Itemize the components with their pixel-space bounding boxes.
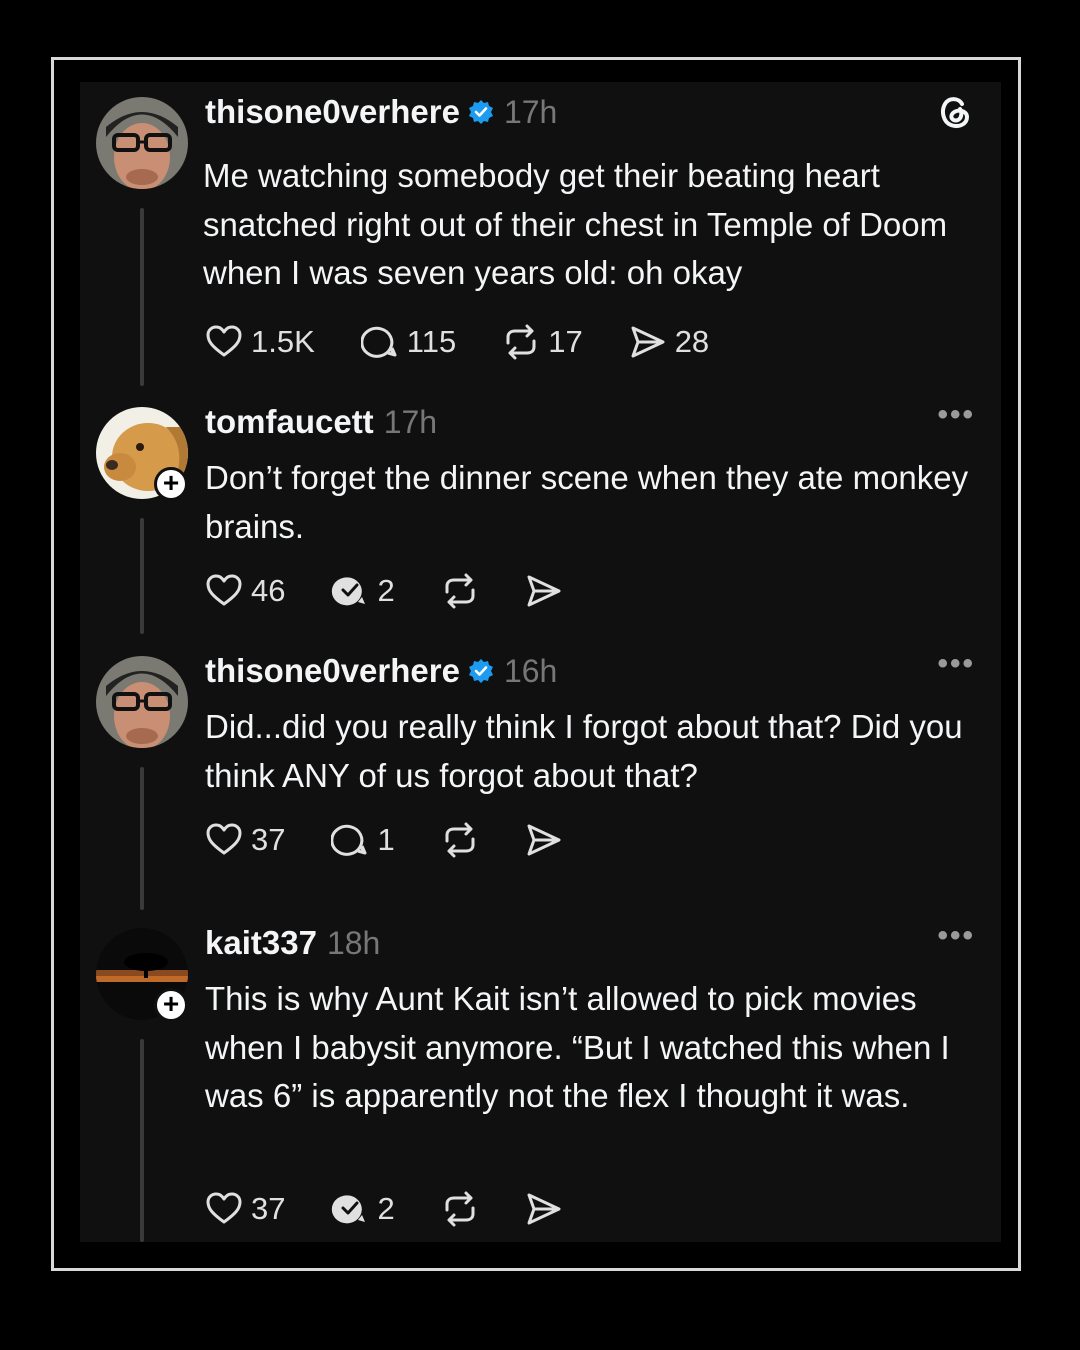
thread-card: thisone0verhere 17h Me watching somebody… bbox=[80, 82, 1001, 1242]
like-button[interactable]: 46 bbox=[205, 572, 285, 610]
action-bar: 1.5K 115 17 28 bbox=[205, 322, 755, 362]
send-icon bbox=[631, 326, 665, 358]
replied-comment-icon bbox=[332, 577, 366, 606]
timestamp: 18h bbox=[326, 924, 381, 961]
like-count: 37 bbox=[251, 1191, 286, 1226]
reply-button[interactable]: 115 bbox=[360, 323, 457, 361]
like-count: 1.5K bbox=[251, 324, 315, 359]
post-text: Don’t forget the dinner scene when they … bbox=[205, 459, 969, 545]
post-header: kait337 18h bbox=[205, 923, 380, 963]
heart-icon bbox=[206, 325, 242, 357]
heart-icon bbox=[206, 574, 242, 606]
avatar[interactable] bbox=[96, 656, 188, 748]
like-button[interactable]: 1.5K bbox=[205, 323, 315, 361]
repost-button[interactable] bbox=[441, 821, 479, 859]
comment-icon bbox=[331, 824, 367, 856]
thread-line bbox=[140, 518, 144, 634]
thread-line bbox=[140, 208, 144, 386]
follow-button[interactable]: + bbox=[154, 988, 188, 1022]
share-button[interactable] bbox=[525, 572, 563, 610]
more-options-icon[interactable]: ••• bbox=[937, 398, 975, 432]
repost-count: 17 bbox=[548, 324, 583, 359]
like-count: 46 bbox=[251, 573, 286, 608]
repost-button[interactable] bbox=[441, 1190, 479, 1228]
username[interactable]: thisone0verhere bbox=[205, 652, 460, 690]
action-bar: 46 2 bbox=[205, 571, 609, 611]
reply-button[interactable]: 1 bbox=[331, 821, 395, 859]
send-icon bbox=[527, 824, 561, 856]
comment-icon bbox=[360, 326, 397, 358]
threads-logo-icon[interactable] bbox=[935, 92, 975, 132]
reply-count: 115 bbox=[406, 324, 457, 359]
action-bar: 37 1 bbox=[205, 820, 609, 860]
send-icon bbox=[527, 575, 561, 607]
more-options-icon[interactable]: ••• bbox=[937, 919, 975, 953]
reply-button[interactable]: 2 bbox=[331, 572, 395, 610]
repost-icon bbox=[445, 573, 475, 609]
send-icon bbox=[527, 1193, 561, 1225]
replied-comment-icon bbox=[332, 1195, 366, 1224]
more-options-icon[interactable]: ••• bbox=[937, 647, 975, 681]
action-bar: 37 2 bbox=[205, 1189, 609, 1229]
share-button[interactable] bbox=[525, 1190, 563, 1228]
heart-icon bbox=[206, 1192, 242, 1224]
share-count: 28 bbox=[674, 324, 710, 359]
post-text: This is why Aunt Kait isn’t allowed to p… bbox=[205, 980, 950, 1114]
reply-count: 2 bbox=[377, 1191, 395, 1226]
thread-line bbox=[140, 767, 144, 910]
reply-count: 1 bbox=[377, 822, 395, 857]
username[interactable]: thisone0verhere bbox=[205, 93, 460, 131]
follow-button[interactable]: + bbox=[154, 467, 188, 501]
timestamp: 17h bbox=[503, 93, 558, 130]
reply-count: 2 bbox=[377, 573, 395, 608]
like-button[interactable]: 37 bbox=[205, 821, 285, 859]
thread-line bbox=[140, 1039, 144, 1242]
verified-badge-icon bbox=[468, 100, 493, 124]
like-button[interactable]: 37 bbox=[205, 1190, 285, 1228]
heart-icon bbox=[206, 823, 242, 855]
repost-button[interactable] bbox=[441, 572, 479, 610]
username[interactable]: kait337 bbox=[205, 924, 317, 962]
repost-button[interactable]: 17 bbox=[502, 323, 583, 361]
post-header: thisone0verhere 17h bbox=[205, 92, 557, 132]
username[interactable]: tomfaucett bbox=[205, 403, 374, 441]
post-header: tomfaucett 17h bbox=[205, 402, 437, 442]
timestamp: 16h bbox=[503, 652, 558, 689]
verified-badge-icon bbox=[468, 659, 493, 683]
post-text: Me watching somebody get their beating h… bbox=[203, 157, 948, 291]
post-header: thisone0verhere 16h bbox=[205, 651, 557, 691]
like-count: 37 bbox=[251, 822, 286, 857]
repost-icon bbox=[506, 324, 536, 360]
post-text: Did...did you really think I forgot abou… bbox=[205, 708, 963, 794]
avatar[interactable] bbox=[96, 97, 188, 189]
timestamp: 17h bbox=[383, 403, 438, 440]
share-button[interactable]: 28 bbox=[629, 323, 709, 361]
repost-icon bbox=[445, 822, 475, 858]
repost-icon bbox=[445, 1191, 475, 1227]
reply-button[interactable]: 2 bbox=[331, 1190, 395, 1228]
share-button[interactable] bbox=[525, 821, 563, 859]
